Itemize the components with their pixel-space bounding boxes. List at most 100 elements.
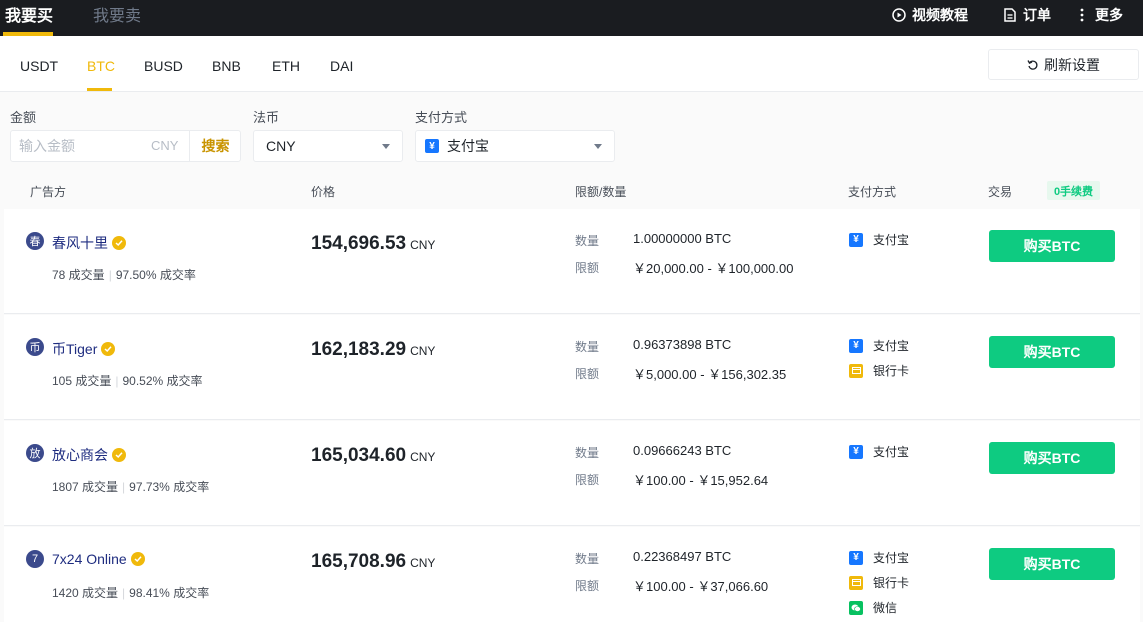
payment-method-select[interactable]: ¥ 支付宝 (415, 130, 615, 162)
table-row: 币 币Tiger 105 成交量 | 90.52% 成交率 162,183.29 CN… (4, 315, 1140, 420)
completion-rate: 97.73% 成交率 (129, 480, 210, 494)
price: 165,708.96 CNY (311, 551, 435, 573)
coin-tab-btc[interactable]: BTC (87, 58, 115, 74)
advertiser-name-link[interactable]: 放心商会 (52, 445, 126, 465)
price-currency: CNY (410, 556, 436, 570)
more-label: 更多 (1095, 7, 1123, 23)
quantity-label: 数量 (575, 446, 600, 460)
payment-bank-card: 银行卡 (849, 574, 909, 591)
top-bar: 我要买 我要卖 视频教程 订单 更多 (0, 0, 1143, 36)
verified-icon (130, 552, 145, 566)
avatar: 7 (26, 550, 44, 568)
advertiser-name: 春风十里 (52, 235, 108, 251)
limit-label: 限额 (575, 579, 600, 593)
price: 165,034.60 CNY (311, 445, 435, 467)
payment-name: 支付宝 (873, 445, 910, 459)
limit-value: ￥100.00 - ￥15,952.64 (633, 473, 769, 488)
buy-btc-button[interactable]: 购买BTC (989, 336, 1115, 368)
advertiser-name-link[interactable]: 7x24 Online (52, 551, 145, 567)
payment-name: 支付宝 (873, 551, 910, 565)
alipay-icon: ¥ (849, 232, 863, 247)
payment-name: 微信 (873, 601, 898, 615)
video-tutorial-link[interactable]: 视频教程 (892, 5, 968, 25)
coin-tab-eth[interactable]: ETH (272, 58, 300, 74)
trade-count: 1420 成交量 (52, 586, 119, 600)
coin-tab-bnb[interactable]: BNB (212, 58, 241, 74)
refresh-icon (1027, 59, 1039, 71)
more-menu[interactable]: 更多 (1075, 5, 1123, 25)
video-tutorial-label: 视频教程 (912, 7, 968, 23)
buy-btc-button[interactable]: 购买BTC (989, 548, 1115, 580)
alipay-icon: ¥ (425, 139, 439, 153)
quantity-label: 数量 (575, 552, 600, 566)
bank-card-icon (849, 575, 863, 590)
payment-alipay: ¥ 支付宝 (849, 443, 909, 460)
fiat-label: 法币 (253, 110, 280, 125)
trade-count: 105 成交量 (52, 374, 112, 388)
refresh-settings-label: 刷新设置 (1044, 56, 1100, 73)
amount-currency: CNY (151, 138, 179, 153)
advertiser-stats: 1807 成交量 | 97.73% 成交率 (52, 480, 210, 494)
tab-sell[interactable]: 我要卖 (93, 2, 141, 26)
amount-field: CNY 搜索 (10, 130, 241, 162)
orders-link[interactable]: 订单 (1003, 5, 1051, 25)
coin-tab-active-underline (87, 88, 112, 91)
advertiser-name: 放心商会 (52, 447, 108, 463)
price-currency: CNY (410, 238, 436, 252)
table-row: 春 春风十里 78 成交量 | 97.50% 成交率 154,696.53 CNY 数… (4, 209, 1140, 314)
tab-buy[interactable]: 我要买 (5, 2, 53, 26)
amount-label: 金额 (10, 110, 37, 125)
chevron-down-icon (382, 144, 390, 149)
bank-card-icon (849, 363, 863, 378)
trade-count: 78 成交量 (52, 268, 105, 282)
advertiser-name-link[interactable]: 春风十里 (52, 233, 126, 253)
coin-tab-dai[interactable]: DAI (330, 58, 353, 74)
price-value: 154,696.53 (311, 233, 407, 254)
column-header-payment: 支付方式 (848, 185, 897, 199)
completion-rate: 97.50% 成交率 (115, 268, 196, 282)
document-icon (1003, 8, 1017, 22)
price-currency: CNY (410, 344, 436, 358)
payment-name: 支付宝 (873, 339, 910, 353)
fiat-select[interactable]: CNY (253, 130, 403, 162)
trade-count: 1807 成交量 (52, 480, 119, 494)
limit-value: ￥100.00 - ￥37,066.60 (633, 579, 769, 594)
advertiser-stats: 78 成交量 | 97.50% 成交率 (52, 268, 196, 282)
payment-wechat: 微信 (849, 599, 897, 616)
completion-rate: 90.52% 成交率 (122, 374, 203, 388)
payment-alipay: ¥ 支付宝 (849, 337, 909, 354)
buy-btc-button[interactable]: 购买BTC (989, 442, 1115, 474)
limit-label: 限额 (575, 367, 600, 381)
column-header-trade: 交易 (988, 185, 1013, 199)
advertiser-name: 7x24 Online (52, 551, 127, 567)
verified-icon (112, 448, 126, 462)
avatar: 放 (26, 444, 44, 462)
column-header-limit: 限额/数量 (575, 185, 627, 199)
coin-tab-busd[interactable]: BUSD (144, 58, 183, 74)
search-button[interactable]: 搜索 (189, 131, 241, 161)
avatar: 春 (26, 232, 44, 250)
table-row: 放 放心商会 1807 成交量 | 97.73% 成交率 165,034.60 CNY… (4, 421, 1140, 526)
advertiser-stats: 1420 成交量 | 98.41% 成交率 (52, 586, 210, 600)
coin-tab-bar: USDT BTC BUSD BNB ETH DAI 刷新设置 (0, 36, 1143, 92)
price: 154,696.53 CNY (311, 233, 435, 255)
alipay-icon: ¥ (849, 338, 863, 353)
refresh-settings-button[interactable]: 刷新设置 (988, 49, 1139, 80)
more-vertical-icon (1075, 8, 1089, 22)
payment-method-label: 支付方式 (415, 110, 468, 125)
advertiser-name-link[interactable]: 币Tiger (52, 339, 116, 359)
payment-alipay: ¥ 支付宝 (849, 231, 909, 248)
price-currency: CNY (410, 450, 436, 464)
buy-btc-button[interactable]: 购买BTC (989, 230, 1115, 262)
quantity-value: 0.96373898 BTC (633, 337, 732, 352)
quantity-value: 0.22368497 BTC (633, 549, 732, 564)
payment-bank-card: 银行卡 (849, 362, 909, 379)
coin-tab-usdt[interactable]: USDT (20, 58, 58, 74)
price-value: 165,034.60 (311, 445, 407, 466)
quantity-label: 数量 (575, 234, 600, 248)
price-value: 162,183.29 (311, 339, 407, 360)
payment-method-value: 支付宝 (447, 138, 489, 154)
fiat-select-value: CNY (266, 138, 296, 154)
payment-alipay: ¥ 支付宝 (849, 549, 909, 566)
zero-fee-badge: 0手续费 (1047, 181, 1100, 200)
